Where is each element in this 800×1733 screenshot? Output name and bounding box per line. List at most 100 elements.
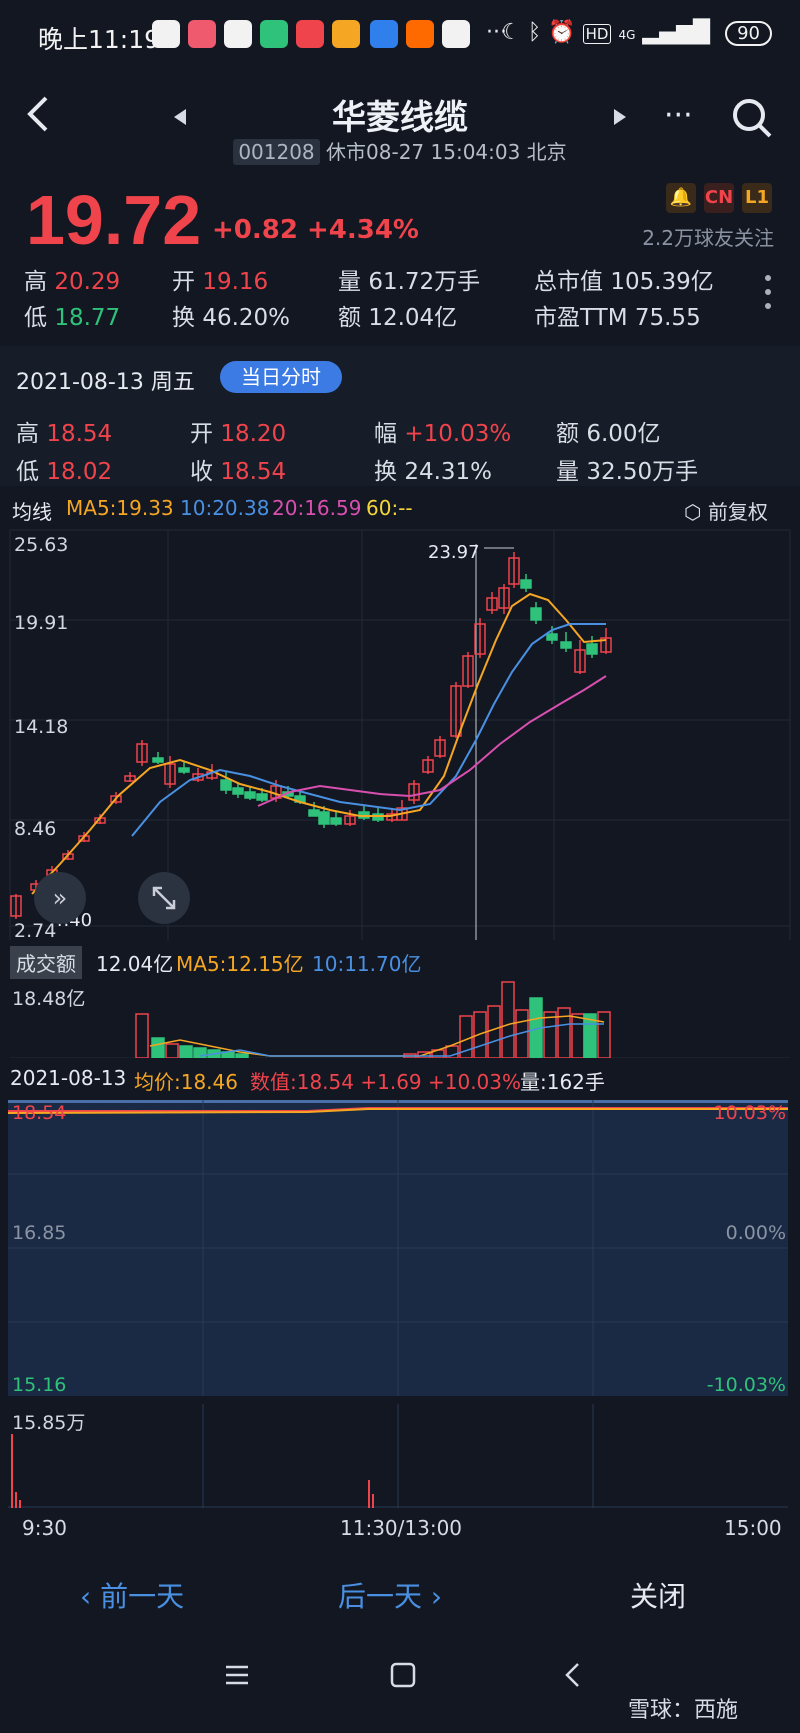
kline-ylabel-top: 25.63 <box>14 534 69 556</box>
intraday-volume-chart <box>8 1404 788 1508</box>
quote-high: 高 20.29 <box>24 269 121 295</box>
intraday-chart[interactable] <box>8 1100 788 1396</box>
ma60-legend: 60:-- <box>366 496 413 520</box>
expand-sidebar-button[interactable]: » <box>34 872 86 924</box>
day-date: 2021-08-13 周五 <box>16 370 195 395</box>
intraday-pct-bottom: -10.03% <box>706 1374 786 1396</box>
intraday-vol-top: 15.85万 <box>12 1412 86 1434</box>
chevron-left-icon: ‹ <box>80 1580 92 1613</box>
volume-bar <box>501 981 515 1058</box>
search-icon <box>733 99 772 138</box>
mi-app-icon <box>406 20 434 48</box>
kline-ylabel: 19.91 <box>14 612 69 634</box>
intraday-date: 2021-08-13 <box>10 1066 127 1090</box>
intraday-y-bottom: 15.16 <box>12 1374 67 1396</box>
volume-bar <box>165 1043 179 1058</box>
time-mid: 11:30/13:00 <box>340 1516 463 1540</box>
settings-hex-icon: ⬡ <box>684 500 702 524</box>
volume-bar <box>571 1013 585 1058</box>
kline-ylabel: 14.18 <box>14 716 69 738</box>
app-notification-icon <box>296 20 324 48</box>
kline-ylabel: 8.46 <box>14 818 57 840</box>
day-volume: 量 32.50万手 <box>556 459 699 485</box>
candle <box>152 757 164 763</box>
menu-lines-icon <box>226 1665 248 1685</box>
candle <box>318 811 330 825</box>
prev-day-button[interactable]: ‹ 前一天 <box>80 1575 184 1615</box>
volume-bar <box>151 1037 165 1058</box>
volume-panel-title[interactable]: 成交额 <box>10 946 82 979</box>
kline-chart[interactable] <box>0 524 800 940</box>
candle <box>178 767 190 773</box>
back-chevron-icon <box>565 1663 579 1687</box>
next-stock-button[interactable] <box>612 108 628 130</box>
quote-volume: 量 61.72万手 <box>338 269 481 295</box>
quote-open: 开 19.16 <box>172 269 269 295</box>
time-end: 15:00 <box>724 1516 782 1540</box>
intraday-qty: 量:162手 <box>520 1070 605 1094</box>
day-turnover: 换 24.31% <box>374 459 493 485</box>
more-vertical-button[interactable] <box>764 272 772 316</box>
quote-low: 低 18.77 <box>24 305 121 331</box>
volume-bar <box>135 1013 149 1058</box>
triangle-right-icon <box>614 109 626 125</box>
double-chevron-right-icon: » <box>52 884 68 912</box>
l1-badge[interactable]: L1 <box>742 183 772 213</box>
volume-chart <box>10 981 790 1058</box>
intraday-button[interactable]: 当日分时 <box>220 361 342 393</box>
app-notification-icon <box>370 20 398 48</box>
candle <box>520 579 532 589</box>
candle <box>256 793 268 801</box>
clock: 晚上11:19 <box>38 25 161 54</box>
stock-code: 001208 <box>233 139 320 165</box>
quote-mktcap: 总市值 105.39亿 <box>534 269 714 295</box>
message-icon <box>224 20 252 48</box>
kline-max-label: 23.97 <box>428 542 480 563</box>
day-close: 收 18.54 <box>190 459 287 485</box>
ma10-line <box>131 623 606 837</box>
kline-ylabel-bottom: 2.74 <box>14 920 57 942</box>
stock-subtitle: 001208 休市08-27 15:04:03 北京 <box>0 136 800 165</box>
current-price: 19.72 <box>26 181 202 259</box>
app-notification-icon <box>260 20 288 48</box>
ma-legend-title: 均线 <box>12 500 52 524</box>
network-label: 4G <box>618 28 636 42</box>
watermark: 雪球：西施 <box>628 1698 739 1723</box>
volume-bar <box>487 1005 501 1058</box>
home-button[interactable] <box>388 1660 418 1698</box>
candle <box>232 787 244 795</box>
hd-icon: HD <box>582 24 612 44</box>
volume-bar <box>193 1047 207 1058</box>
market-status: 休市08-27 15:04:03 北京 <box>326 140 567 164</box>
alert-bell-icon[interactable]: 🔔 <box>666 183 696 213</box>
app-notification-icon <box>442 20 470 48</box>
volume-ma5: MA5:12.15亿 <box>176 952 304 976</box>
kebab-icon <box>765 275 771 309</box>
candle <box>308 809 320 817</box>
intraday-y-mid: 16.85 <box>12 1222 67 1244</box>
volume-bar <box>597 1011 611 1058</box>
moon-icon: ☾ <box>501 20 522 45</box>
ma5-legend: MA5:19.33 <box>66 496 174 520</box>
battery-indicator: 90 <box>725 21 772 46</box>
intraday-avg: 均价:18.46 <box>134 1070 238 1094</box>
volume-bar <box>235 1053 249 1058</box>
expand-arrows-icon <box>152 886 176 910</box>
candle <box>530 607 542 621</box>
time-start: 9:30 <box>22 1516 67 1540</box>
close-button[interactable]: 关闭 <box>630 1575 686 1615</box>
recent-apps-button[interactable] <box>222 1660 252 1698</box>
adjust-toggle[interactable]: ⬡ 前复权 <box>684 496 768 525</box>
volume-amount: 12.04亿 <box>96 952 174 976</box>
app-notification-icon <box>188 20 216 48</box>
fullscreen-button[interactable] <box>138 872 190 924</box>
system-back-button[interactable] <box>558 1660 588 1698</box>
next-day-button[interactable]: 后一天 › <box>338 1575 442 1615</box>
signal-icon: ▂▄▆█ <box>642 20 711 45</box>
quote-amount: 额 12.04亿 <box>338 305 458 331</box>
search-button[interactable] <box>730 96 774 144</box>
followers-count: 2.2万球友关注 <box>642 226 774 250</box>
more-menu-button[interactable]: ··· <box>664 98 693 133</box>
cn-badge[interactable]: CN <box>704 183 734 213</box>
intraday-y-top: 18.54 <box>12 1102 67 1124</box>
